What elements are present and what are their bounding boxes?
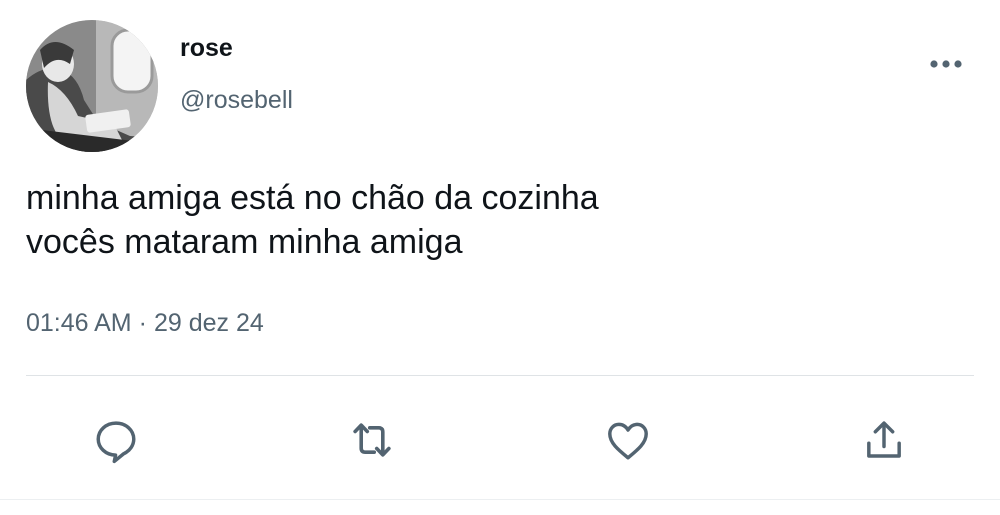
author-handle[interactable]: @rosebell xyxy=(180,86,293,115)
bottom-divider xyxy=(0,499,1000,500)
tweet-text-line: vocês mataram minha amiga xyxy=(26,223,463,261)
divider xyxy=(26,375,974,376)
tweet-text-line: minha amiga está no chão da cozinha xyxy=(26,179,599,217)
retweet-button[interactable] xyxy=(344,412,400,468)
reply-icon xyxy=(96,421,136,464)
retweet-icon xyxy=(353,423,391,457)
more-options-button[interactable] xyxy=(922,48,970,80)
tweet-timestamp[interactable]: 01:46 AM · 29 dez 24 xyxy=(26,309,264,338)
avatar[interactable] xyxy=(26,20,158,152)
reply-button[interactable] xyxy=(88,412,144,468)
like-icon xyxy=(608,422,648,460)
meta-separator: · xyxy=(138,309,147,337)
author-display-name[interactable]: rose xyxy=(180,34,233,63)
share-button[interactable] xyxy=(856,412,912,468)
tweet-text: minha amiga está no chão da cozinha você… xyxy=(26,176,966,264)
avatar-photo xyxy=(26,20,158,152)
tweet-time: 01:46 AM xyxy=(26,309,132,337)
more-options-icon xyxy=(930,60,962,68)
share-icon xyxy=(867,421,901,458)
tweet-date: 29 dez 24 xyxy=(153,309,264,337)
like-button[interactable] xyxy=(600,412,656,468)
tweet-card: rose @rosebell minha amiga está no chão … xyxy=(0,0,1000,515)
